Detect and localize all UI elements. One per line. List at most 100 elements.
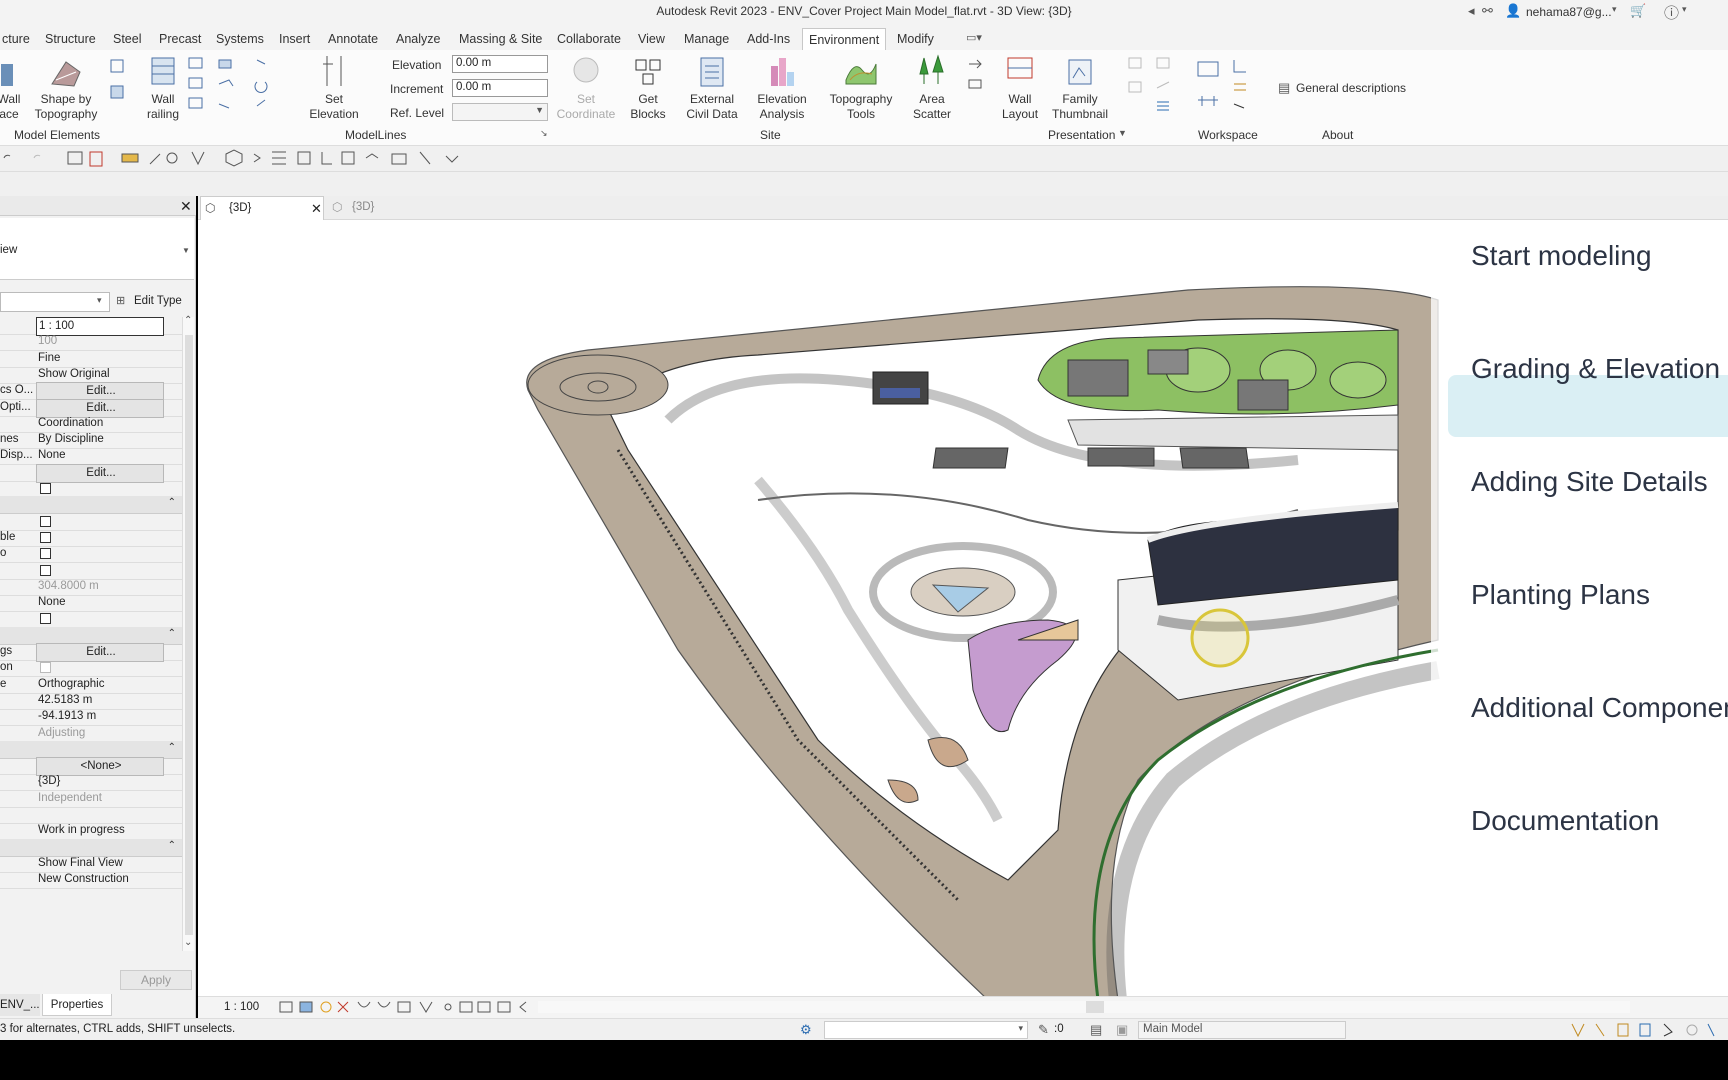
property-checkbox[interactable] bbox=[40, 483, 51, 494]
quick-access-icons[interactable] bbox=[0, 146, 600, 172]
tab-massing-site[interactable]: Massing & Site bbox=[453, 28, 548, 50]
set-coordinate-button[interactable]: Set Coordinate bbox=[556, 54, 616, 122]
wall-layout-button[interactable]: Wall Layout bbox=[1002, 54, 1038, 122]
shape-by-topography-button[interactable]: Shape by Topography bbox=[32, 58, 100, 122]
instance-filter-select[interactable]: ▾ bbox=[0, 292, 110, 312]
apply-button[interactable]: Apply bbox=[120, 970, 192, 990]
tab-properties[interactable]: Properties bbox=[42, 994, 112, 1016]
tab-view[interactable]: View bbox=[632, 28, 671, 50]
tab-manage[interactable]: Manage bbox=[678, 28, 735, 50]
chapter-grading-elevation[interactable]: Grading & Elevation bbox=[1471, 353, 1720, 385]
back-arrow-icon[interactable]: ◂ bbox=[1468, 3, 1475, 19]
set-elevation-button[interactable]: Set Elevation bbox=[306, 54, 362, 122]
chapter-start-modeling[interactable]: Start modeling bbox=[1471, 240, 1652, 272]
roundabout bbox=[527, 354, 669, 416]
editing-requests-icon[interactable]: ✎ bbox=[1038, 1022, 1049, 1038]
property-group-header[interactable]: ⌃ bbox=[0, 496, 182, 515]
user-name[interactable]: nehama87@g... bbox=[1526, 5, 1612, 19]
cart-icon[interactable]: 🛒 bbox=[1630, 3, 1646, 19]
design-option-icon[interactable]: ▣ bbox=[1116, 1022, 1128, 1038]
tab-modify[interactable]: Modify bbox=[891, 28, 940, 50]
collapse-icon[interactable]: ⌃ bbox=[168, 840, 176, 851]
presentation-dropdown-icon[interactable]: ▼ bbox=[1118, 128, 1127, 138]
tab-project-browser[interactable]: ENV_... bbox=[0, 994, 40, 1016]
collapse-icon[interactable]: ⌃ bbox=[168, 628, 176, 639]
small-tools-2[interactable] bbox=[186, 56, 206, 116]
3d-viewport[interactable]: Start modeling Grading & Elevation Addin… bbox=[198, 220, 1728, 1000]
property-row: 42.5183 m bbox=[0, 692, 182, 710]
help-icon[interactable]: ⓘ bbox=[1664, 2, 1679, 23]
tab-insert[interactable]: Insert bbox=[273, 28, 316, 50]
area-scatter-button[interactable]: Area Scatter bbox=[910, 54, 954, 122]
property-checkbox[interactable] bbox=[40, 662, 51, 674]
tab-environment[interactable]: Environment bbox=[802, 28, 887, 50]
tab-precast[interactable]: Precast bbox=[153, 28, 207, 50]
wall-face-button[interactable]: Wall ace bbox=[0, 58, 22, 122]
property-group-header[interactable]: ⌃ bbox=[0, 740, 182, 759]
workset-select[interactable]: ▾ bbox=[824, 1021, 1028, 1039]
type-selector[interactable]: iew ▼ bbox=[0, 218, 194, 280]
get-blocks-button[interactable]: Get Blocks bbox=[628, 54, 668, 122]
design-option-select[interactable]: Main Model bbox=[1138, 1021, 1346, 1039]
property-checkbox[interactable] bbox=[40, 548, 51, 560]
edit-type-button[interactable]: ⊞ Edit Type bbox=[116, 292, 192, 312]
view-scale[interactable]: 1 : 100 bbox=[224, 1001, 259, 1013]
family-thumbnail-button[interactable]: Family Thumbnail bbox=[1050, 54, 1110, 122]
workspace-tools[interactable] bbox=[1194, 56, 1254, 120]
small-tools-3[interactable] bbox=[216, 56, 276, 116]
scroll-down-icon[interactable]: ⌄ bbox=[184, 937, 192, 948]
property-checkbox[interactable] bbox=[40, 515, 51, 527]
property-row: Adjusting bbox=[0, 725, 182, 743]
panel-expand-icon[interactable]: ↘ bbox=[540, 128, 548, 139]
binoculars-icon[interactable]: ⚯ bbox=[1482, 3, 1493, 19]
scroll-thumb[interactable] bbox=[1086, 1001, 1104, 1013]
wall-railing-button[interactable]: Wall railing bbox=[145, 54, 181, 122]
horizontal-scrollbar[interactable] bbox=[538, 1001, 1630, 1013]
view-tab-inactive[interactable]: ⬡ {3D} bbox=[328, 196, 438, 220]
property-checkbox[interactable] bbox=[40, 564, 51, 576]
help-dropdown-icon[interactable]: ▾ bbox=[1682, 4, 1687, 15]
elevation-field[interactable]: 0.00 m bbox=[452, 55, 548, 73]
property-checkbox[interactable] bbox=[40, 613, 51, 625]
elevation-analysis-button[interactable]: Elevation Analysis bbox=[756, 54, 808, 122]
tab-steel[interactable]: Steel bbox=[107, 28, 148, 50]
selection-filter-icons[interactable] bbox=[1568, 1022, 1728, 1038]
small-tools-1[interactable] bbox=[108, 58, 128, 112]
worksets-icon[interactable]: ⚙ bbox=[800, 1022, 812, 1038]
tab-systems[interactable]: Systems bbox=[210, 28, 270, 50]
external-civil-data-button[interactable]: External Civil Data bbox=[684, 54, 740, 122]
chapter-documentation[interactable]: Documentation bbox=[1471, 805, 1659, 837]
topography-tools-button[interactable]: Topography Tools bbox=[828, 54, 894, 122]
collapse-icon[interactable]: ⌃ bbox=[168, 497, 176, 508]
view-control-icons[interactable] bbox=[278, 1000, 558, 1016]
property-group-header[interactable]: ⌃ bbox=[0, 626, 182, 645]
ref-level-select[interactable]: ▼ bbox=[452, 103, 548, 121]
close-icon[interactable]: ✕ bbox=[180, 198, 192, 215]
cube-icon: ⬡ bbox=[332, 200, 343, 214]
close-icon[interactable]: ✕ bbox=[311, 201, 322, 217]
collapse-icon[interactable]: ⌃ bbox=[168, 742, 176, 753]
tab-collaborate[interactable]: Collaborate bbox=[551, 28, 627, 50]
general-descriptions-button[interactable]: General descriptions bbox=[1296, 81, 1406, 96]
design-options-icon[interactable]: ▤ bbox=[1090, 1022, 1102, 1038]
tab-architecture[interactable]: cture bbox=[0, 28, 36, 50]
site-small-tools[interactable] bbox=[966, 56, 986, 94]
property-group-header[interactable]: ⌃ bbox=[0, 838, 182, 857]
tab-add-ins[interactable]: Add-Ins bbox=[741, 28, 796, 50]
type-selector-label: iew bbox=[0, 244, 18, 256]
properties-scrollbar[interactable]: ⌃ ⌄ bbox=[182, 315, 194, 951]
scroll-up-icon[interactable]: ⌃ bbox=[184, 315, 192, 326]
tab-annotate[interactable]: Annotate bbox=[322, 28, 384, 50]
view-tab-active[interactable]: ⬡ {3D} ✕ bbox=[200, 196, 324, 220]
align-tool[interactable] bbox=[1154, 98, 1174, 118]
chapter-additional-components[interactable]: Additional Components bbox=[1471, 692, 1728, 724]
chapter-adding-site-details[interactable]: Adding Site Details bbox=[1471, 466, 1708, 498]
tab-structure[interactable]: Structure bbox=[39, 28, 102, 50]
property-checkbox[interactable] bbox=[40, 531, 51, 543]
scroll-thumb[interactable] bbox=[185, 335, 193, 935]
panel-toggle-icon[interactable]: ▭▾ bbox=[966, 31, 982, 44]
tab-analyze[interactable]: Analyze bbox=[390, 28, 446, 50]
chevron-down-icon[interactable]: ▾ bbox=[1612, 4, 1617, 15]
chapter-planting-plans[interactable]: Planting Plans bbox=[1471, 579, 1650, 611]
increment-field[interactable]: 0.00 m bbox=[452, 79, 548, 97]
